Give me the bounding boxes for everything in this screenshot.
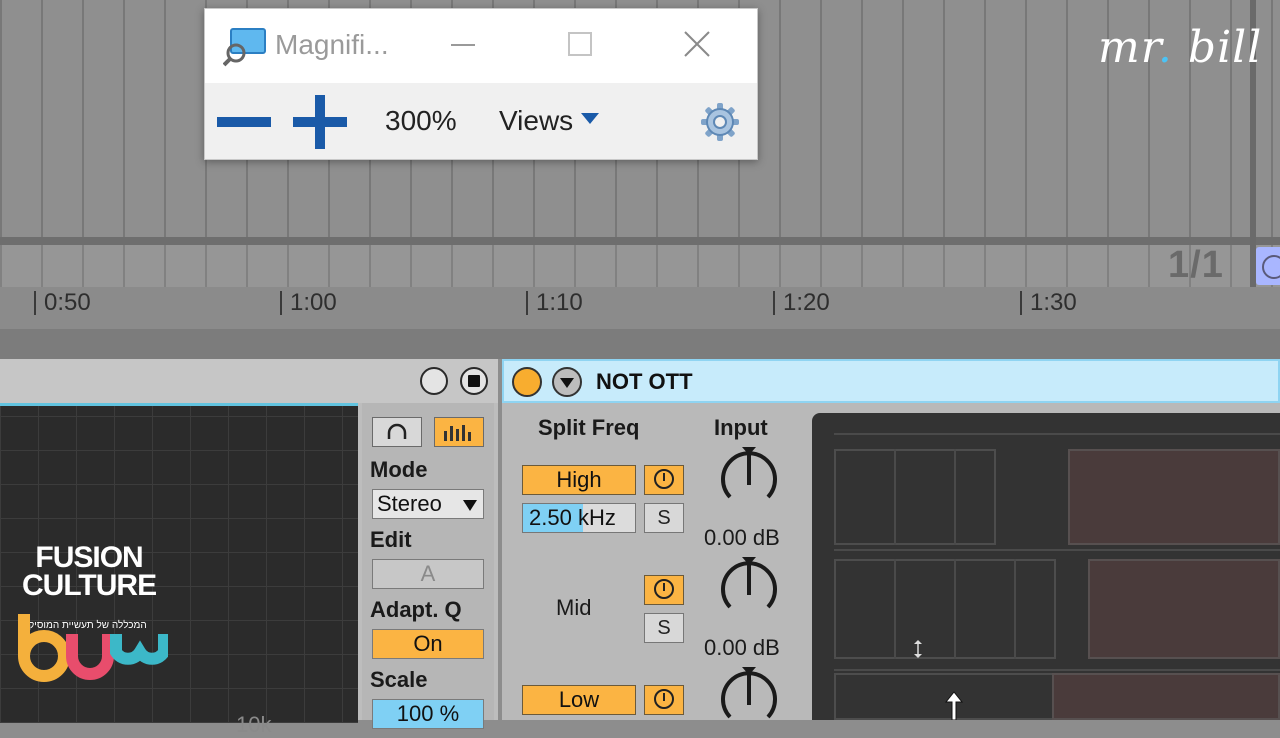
mode-value: Stereo [377,491,442,516]
edit-label: Edit [370,527,412,552]
views-label: Views [499,105,574,136]
mid-band-meter [834,559,1056,659]
adapt-q-toggle[interactable]: On [372,629,484,659]
ruler-tick: 0:50 [34,291,91,315]
meter-grid-line [894,559,896,659]
split-freq-label: Split Freq [538,415,640,440]
magnifier-titlebar[interactable]: Magnifi... [205,9,757,83]
time-signature[interactable]: 1/1 [1168,244,1224,287]
mode-select[interactable]: Stereo [372,489,484,519]
low-band-activate-button[interactable] [644,685,684,715]
eq-device-header[interactable] [0,359,498,403]
frequency-number: 2.50 [529,505,572,530]
compressor-meter-display[interactable] [812,413,1280,720]
high-solo-button[interactable]: S [644,503,684,533]
watermark-text: mr [1098,22,1158,73]
meter-grid-line [894,449,896,545]
meter-grid-line [834,669,1280,671]
zoom-in-button[interactable] [291,93,349,151]
mid-input-knob[interactable] [716,555,782,621]
watermark-text: bill [1187,22,1263,73]
track-separator [0,329,1280,359]
low-input-knob[interactable] [716,665,782,731]
input-label: Input [714,415,768,440]
magnifier-window[interactable]: Magnifi... 300% Views [204,8,758,160]
minimize-button[interactable] [443,27,483,63]
ruler-tick: 1:20 [773,291,830,315]
device-title: NOT OTT [596,369,693,394]
high-band-gain-reduction [1068,449,1280,545]
edit-ab-button[interactable]: A [372,559,484,589]
adapt-q-label: Adapt. Q [370,597,462,622]
chevron-down-icon [463,500,477,511]
eq-side-panel: Mode Stereo Edit A Adapt. Q On Scale 100… [362,403,494,729]
save-preset-icon[interactable] [460,367,488,395]
device-fold-button[interactable] [552,367,582,397]
ruler-tick: 1:00 [280,291,337,315]
mode-label: Mode [370,457,428,482]
channel-watermark: mr. bill [1098,22,1262,73]
hot-swap-icon[interactable] [420,367,448,395]
mid-band-activate-button[interactable] [644,575,684,605]
low-band-gain-reduction [1052,673,1280,720]
zoom-level-display: 300% [385,105,457,136]
arrangement-divider [0,237,1280,245]
frequency-unit: kHz [577,505,616,530]
meter-grid-line [1014,559,1016,659]
time-ruler[interactable]: 0:50 1:00 1:10 1:20 1:30 [0,287,1280,330]
magnifier-toolbar: 300% Views [205,83,757,159]
watermark-dot: . [1157,22,1173,73]
headphone-icon[interactable] [372,417,422,447]
meter-grid-line [834,433,1280,435]
high-input-value: 0.00 dB [704,525,780,550]
zoom-out-button[interactable] [215,105,273,139]
frequency-label: 10k [236,712,272,737]
power-icon [654,578,674,599]
spectrum-icon[interactable] [434,417,484,447]
logo-text: CULTURE [22,569,157,602]
meter-grid-line [954,559,956,659]
chevron-down-icon [560,378,574,388]
loop-strip[interactable] [0,245,1280,287]
scale-field[interactable]: 100 % [372,699,484,729]
ruler-tick: 1:30 [1020,291,1077,315]
maximize-button[interactable] [559,27,599,63]
not-ott-device: NOT OTT Split Freq Input High 2.50 kHz S… [502,359,1280,720]
close-button[interactable] [677,27,717,63]
not-ott-header[interactable]: NOT OTT [502,359,1280,403]
mid-band-label: Mid [556,595,592,620]
high-band-button[interactable]: High [522,465,636,495]
power-icon [654,468,674,489]
low-band-button[interactable]: Low [522,685,636,715]
high-split-frequency-field[interactable]: 2.50 kHz [522,503,636,533]
frequency-value: 2.50 kHz [529,504,616,532]
high-band-activate-button[interactable] [644,465,684,495]
mid-input-value: 0.00 dB [704,635,780,660]
views-dropdown[interactable]: Views [499,105,600,137]
arrow-cursor-icon [944,691,964,720]
magnifier-title: Magnifi... [275,29,389,60]
bpm-logo-icon [18,614,168,682]
meter-grid-line [954,449,956,545]
chevron-down-icon [581,113,600,124]
mid-band-gain-reduction [1088,559,1280,659]
fusion-culture-logo: FUSION CULTURE [22,541,157,602]
high-input-knob[interactable] [716,445,782,511]
loop-toggle-button[interactable] [1256,247,1280,285]
ruler-tick: 1:10 [526,291,583,315]
mid-solo-button[interactable]: S [644,613,684,643]
meter-grid-line [834,549,1280,551]
loop-icon [1262,255,1280,279]
resize-cursor-icon [914,640,922,658]
magnifier-app-icon [223,28,266,67]
scale-label: Scale [370,667,428,692]
high-band-meter [834,449,996,545]
logo-text: FUSION [35,541,143,574]
power-icon [654,688,674,709]
gear-icon[interactable] [699,101,741,143]
device-power-button[interactable] [512,367,542,397]
